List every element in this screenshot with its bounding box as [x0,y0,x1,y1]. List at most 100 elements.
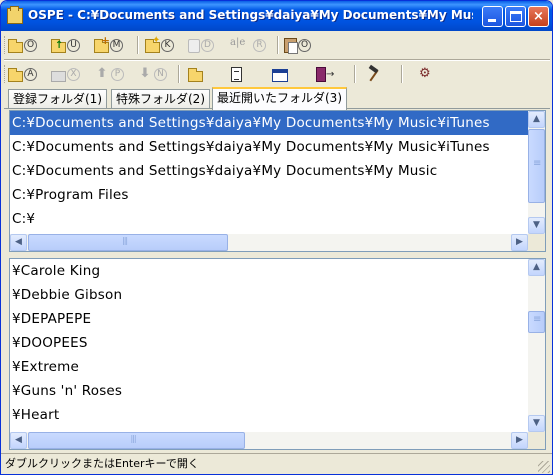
list-item[interactable]: ¥Debbie Gibson [10,283,528,307]
rename-button[interactable]: a|e R [230,34,266,56]
parent-folder-button[interactable]: U [51,34,80,56]
horizontal-scrollbar[interactable]: ◀ ▶ [10,432,528,449]
folder-button[interactable] [188,63,203,85]
app-window: OSPE - C:¥Documents and Settings¥daiya¥M… [0,0,553,475]
close-button[interactable]: × [528,6,549,27]
scroll-thumb[interactable] [28,432,245,449]
open-folder-button[interactable]: O [8,34,37,56]
toolbar-separator [178,65,180,83]
scroll-right-button[interactable]: ▶ [511,432,528,449]
toolbar-separator [354,65,356,83]
shortcut-key: D [201,38,214,52]
scroll-thumb[interactable] [28,234,228,251]
minimize-button[interactable] [482,6,503,27]
shortcut-key: R [253,38,266,52]
scroll-down-button[interactable]: ▼ [528,217,545,234]
subfolder-rows: ¥Carole King ¥Debbie Gibson ¥DEPAPEPE ¥D… [10,259,528,432]
scrollbar-corner [528,432,545,449]
shortcut-key: O [298,38,311,52]
hammer-icon [366,66,382,82]
list-item[interactable]: ¥DOOPEES [10,331,528,355]
shortcut-key: O [24,38,37,52]
window-button[interactable] [272,63,288,85]
open-folder-icon [8,67,23,82]
document-icon [231,66,242,82]
shortcut-key: X [67,67,80,81]
toolbar-file: O U M K D a|e R O [4,32,550,58]
shortcut-key: K [161,38,174,52]
window-title: OSPE - C:¥Documents and Settings¥daiya¥M… [28,8,473,22]
title-bar[interactable]: OSPE - C:¥Documents and Settings¥daiya¥M… [1,1,552,31]
scroll-up-button[interactable]: ▲ [528,259,545,276]
scroll-down-button[interactable]: ▼ [528,415,545,432]
paste-icon [284,37,298,54]
list-item[interactable]: ¥Carole King [10,259,528,283]
list-item[interactable]: ¥Heart [10,403,528,427]
toolbar-grip[interactable] [4,65,7,83]
exit-button[interactable] [316,63,334,85]
parent-folder-icon [51,38,66,53]
add-favorite-icon [145,35,160,53]
status-text: ダブルクリックまたはEnterキーで開く [5,457,199,470]
rename-icon: a|e [230,37,246,48]
open-folder-icon [8,38,23,53]
maximize-button[interactable] [505,6,526,27]
add-folder-button[interactable]: A [8,63,37,85]
subfolders-list[interactable]: ¥Carole King ¥Debbie Gibson ¥DEPAPEPE ¥D… [9,258,546,450]
app-folder-icon [7,6,23,24]
delete-button[interactable]: D [188,34,214,56]
paste-button[interactable]: O [284,34,311,56]
settings-tool-button[interactable]: ⚙ [419,63,435,85]
list-item[interactable]: ¥DEPAPEPE [10,307,528,331]
scrollbar-corner [528,234,545,251]
new-folder-icon [94,34,110,53]
scroll-thumb[interactable] [528,311,545,333]
toolbar-separator [277,36,279,54]
scroll-up-button[interactable]: ▲ [528,111,545,128]
toolbar-separator [137,36,139,54]
shortcut-key: N [154,67,167,81]
list-item[interactable]: C:¥Documents and Settings¥daiya¥My Docum… [10,111,528,135]
move-up-button[interactable]: ⬆ P [94,63,124,85]
horizontal-scrollbar[interactable]: ◀ ▶ [10,234,528,251]
add-favorite-button[interactable]: K [145,34,174,56]
maximize-icon [510,11,522,22]
shortcut-key: A [24,67,37,81]
scroll-left-button[interactable]: ◀ [10,432,27,449]
list-item[interactable]: ¥Extreme [10,355,528,379]
delete-icon [188,38,200,53]
resize-grip[interactable] [538,461,550,473]
list-item[interactable]: C:¥Documents and Settings¥daiya¥My Docum… [10,135,528,159]
move-down-button[interactable]: ⬇ N [137,63,167,85]
settings-tool-icon: ⚙ [419,66,431,81]
toolbar-navigate: A X ⬆ P ⬇ N ⚙ [4,61,550,87]
tab-special-folders[interactable]: 特殊フォルダ(2) [111,89,210,109]
vertical-scrollbar[interactable]: ▲ ▼ [528,111,545,234]
folder-tabs: 登録フォルダ(1) 特殊フォルダ(2) 最近開いたフォルダ(3) [4,87,550,110]
minimize-icon [488,19,496,22]
list-item[interactable]: C:¥ [10,207,528,231]
recent-folders-list[interactable]: C:¥Documents and Settings¥daiya¥My Docum… [9,110,546,252]
tab-recent-folders[interactable]: 最近開いたフォルダ(3) [212,87,347,110]
window-icon [272,68,288,82]
list-item[interactable]: ¥Guns 'n' Roses [10,379,528,403]
list-item[interactable]: C:¥Documents and Settings¥daiya¥My Docum… [10,159,528,183]
up-arrow-icon: ⬆ [96,66,108,81]
scroll-right-button[interactable]: ▶ [511,234,528,251]
scroll-left-button[interactable]: ◀ [10,234,27,251]
remove-folder-button[interactable]: X [51,63,80,85]
status-bar: ダブルクリックまたはEnterキーで開く [1,453,552,474]
gray-folder-icon [51,70,66,82]
tab-registered-folders[interactable]: 登録フォルダ(1) [8,89,107,109]
shortcut-key: U [67,38,80,52]
shortcut-key: P [111,67,124,81]
exit-icon [316,66,334,82]
toolbar-grip[interactable] [4,36,7,54]
document-button[interactable] [231,63,242,85]
vertical-scrollbar[interactable]: ▲ ▼ [528,259,545,432]
list-item[interactable]: C:¥Program Files [10,183,528,207]
new-folder-button[interactable]: M [94,34,123,56]
down-arrow-icon: ⬇ [139,66,151,81]
scroll-thumb[interactable] [528,129,545,203]
tools-button[interactable] [366,63,382,85]
